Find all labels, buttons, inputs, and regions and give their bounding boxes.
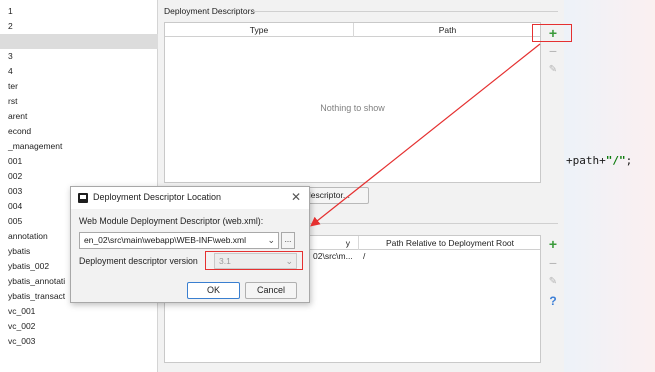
- column-type[interactable]: Type: [165, 23, 354, 37]
- dialog-title: Deployment Descriptor Location: [93, 192, 222, 202]
- descriptor-version-value: 3.1: [219, 256, 231, 266]
- deployment-descriptors-title: Deployment Descriptors: [164, 6, 255, 16]
- tree-item[interactable]: _management: [0, 139, 158, 154]
- empty-table-text: Nothing to show: [320, 103, 385, 113]
- add-web-resource-icon[interactable]: +: [544, 235, 562, 253]
- code-suffix: ;: [625, 154, 633, 167]
- tree-item[interactable]: econd: [0, 124, 158, 139]
- ok-button[interactable]: OK: [187, 282, 240, 299]
- tree-item[interactable]: 002: [0, 169, 158, 184]
- column-path[interactable]: Path: [354, 23, 541, 37]
- help-icon[interactable]: ?: [544, 292, 562, 310]
- editor-background: [564, 0, 655, 372]
- tree-item[interactable]: 2: [0, 19, 158, 34]
- code-prefix: +path+: [566, 154, 606, 167]
- descriptors-toolbar: + − ✎: [544, 24, 562, 84]
- table-header: Type Path: [165, 23, 540, 37]
- column-path-relative[interactable]: Path Relative to Deployment Root: [359, 236, 541, 250]
- descriptor-path-combo[interactable]: en_02\src\main\webapp\WEB-INF\web.xml ⌄: [79, 232, 279, 249]
- table-row-relative-path[interactable]: /: [363, 250, 365, 263]
- descriptor-path-value: en_02\src\main\webapp\WEB-INF\web.xml: [84, 235, 247, 245]
- tree-item[interactable]: vc_002: [0, 319, 158, 334]
- tree-item[interactable]: [0, 34, 158, 49]
- chevron-down-icon[interactable]: ⌄: [267, 233, 275, 248]
- tree-item[interactable]: 001: [0, 154, 158, 169]
- tree-item[interactable]: vc_003: [0, 334, 158, 349]
- remove-descriptor-icon[interactable]: −: [544, 42, 562, 60]
- add-descriptor-icon[interactable]: +: [544, 24, 562, 42]
- cancel-button[interactable]: Cancel: [245, 282, 297, 299]
- code-string-literal: "/": [605, 154, 626, 167]
- tree-item[interactable]: arent: [0, 109, 158, 124]
- browse-button[interactable]: ...: [281, 232, 295, 249]
- tree-item[interactable]: rst: [0, 94, 158, 109]
- deployment-descriptor-location-dialog: Deployment Descriptor Location ✕ Web Mod…: [70, 186, 310, 303]
- tree-item[interactable]: vc_001: [0, 304, 158, 319]
- tree-item[interactable]: 1: [0, 4, 158, 19]
- web-resources-toolbar: + − ✎ ?: [544, 235, 562, 311]
- code-line: +path+"/";: [566, 154, 632, 167]
- tree-item[interactable]: 3: [0, 49, 158, 64]
- dialog-titlebar[interactable]: Deployment Descriptor Location ✕: [71, 187, 309, 209]
- close-icon[interactable]: ✕: [291, 190, 301, 204]
- table-row-directory[interactable]: 02\src\m...: [313, 250, 353, 263]
- section-divider: [253, 11, 558, 12]
- edit-descriptor-icon[interactable]: ✎: [544, 61, 562, 79]
- tree-item[interactable]: 4: [0, 64, 158, 79]
- tree-item[interactable]: ter: [0, 79, 158, 94]
- remove-web-resource-icon[interactable]: −: [544, 254, 562, 272]
- edit-web-resource-icon[interactable]: ✎: [544, 273, 562, 291]
- chevron-down-icon[interactable]: ⌄: [285, 254, 293, 268]
- deployment-descriptors-table[interactable]: Type Path Nothing to show: [164, 22, 541, 183]
- intellij-app-icon: [78, 193, 88, 203]
- descriptor-path-label: Web Module Deployment Descriptor (web.xm…: [79, 216, 264, 226]
- descriptor-version-label: Deployment descriptor version: [79, 256, 198, 266]
- descriptor-version-select[interactable]: 3.1 ⌄: [214, 253, 297, 269]
